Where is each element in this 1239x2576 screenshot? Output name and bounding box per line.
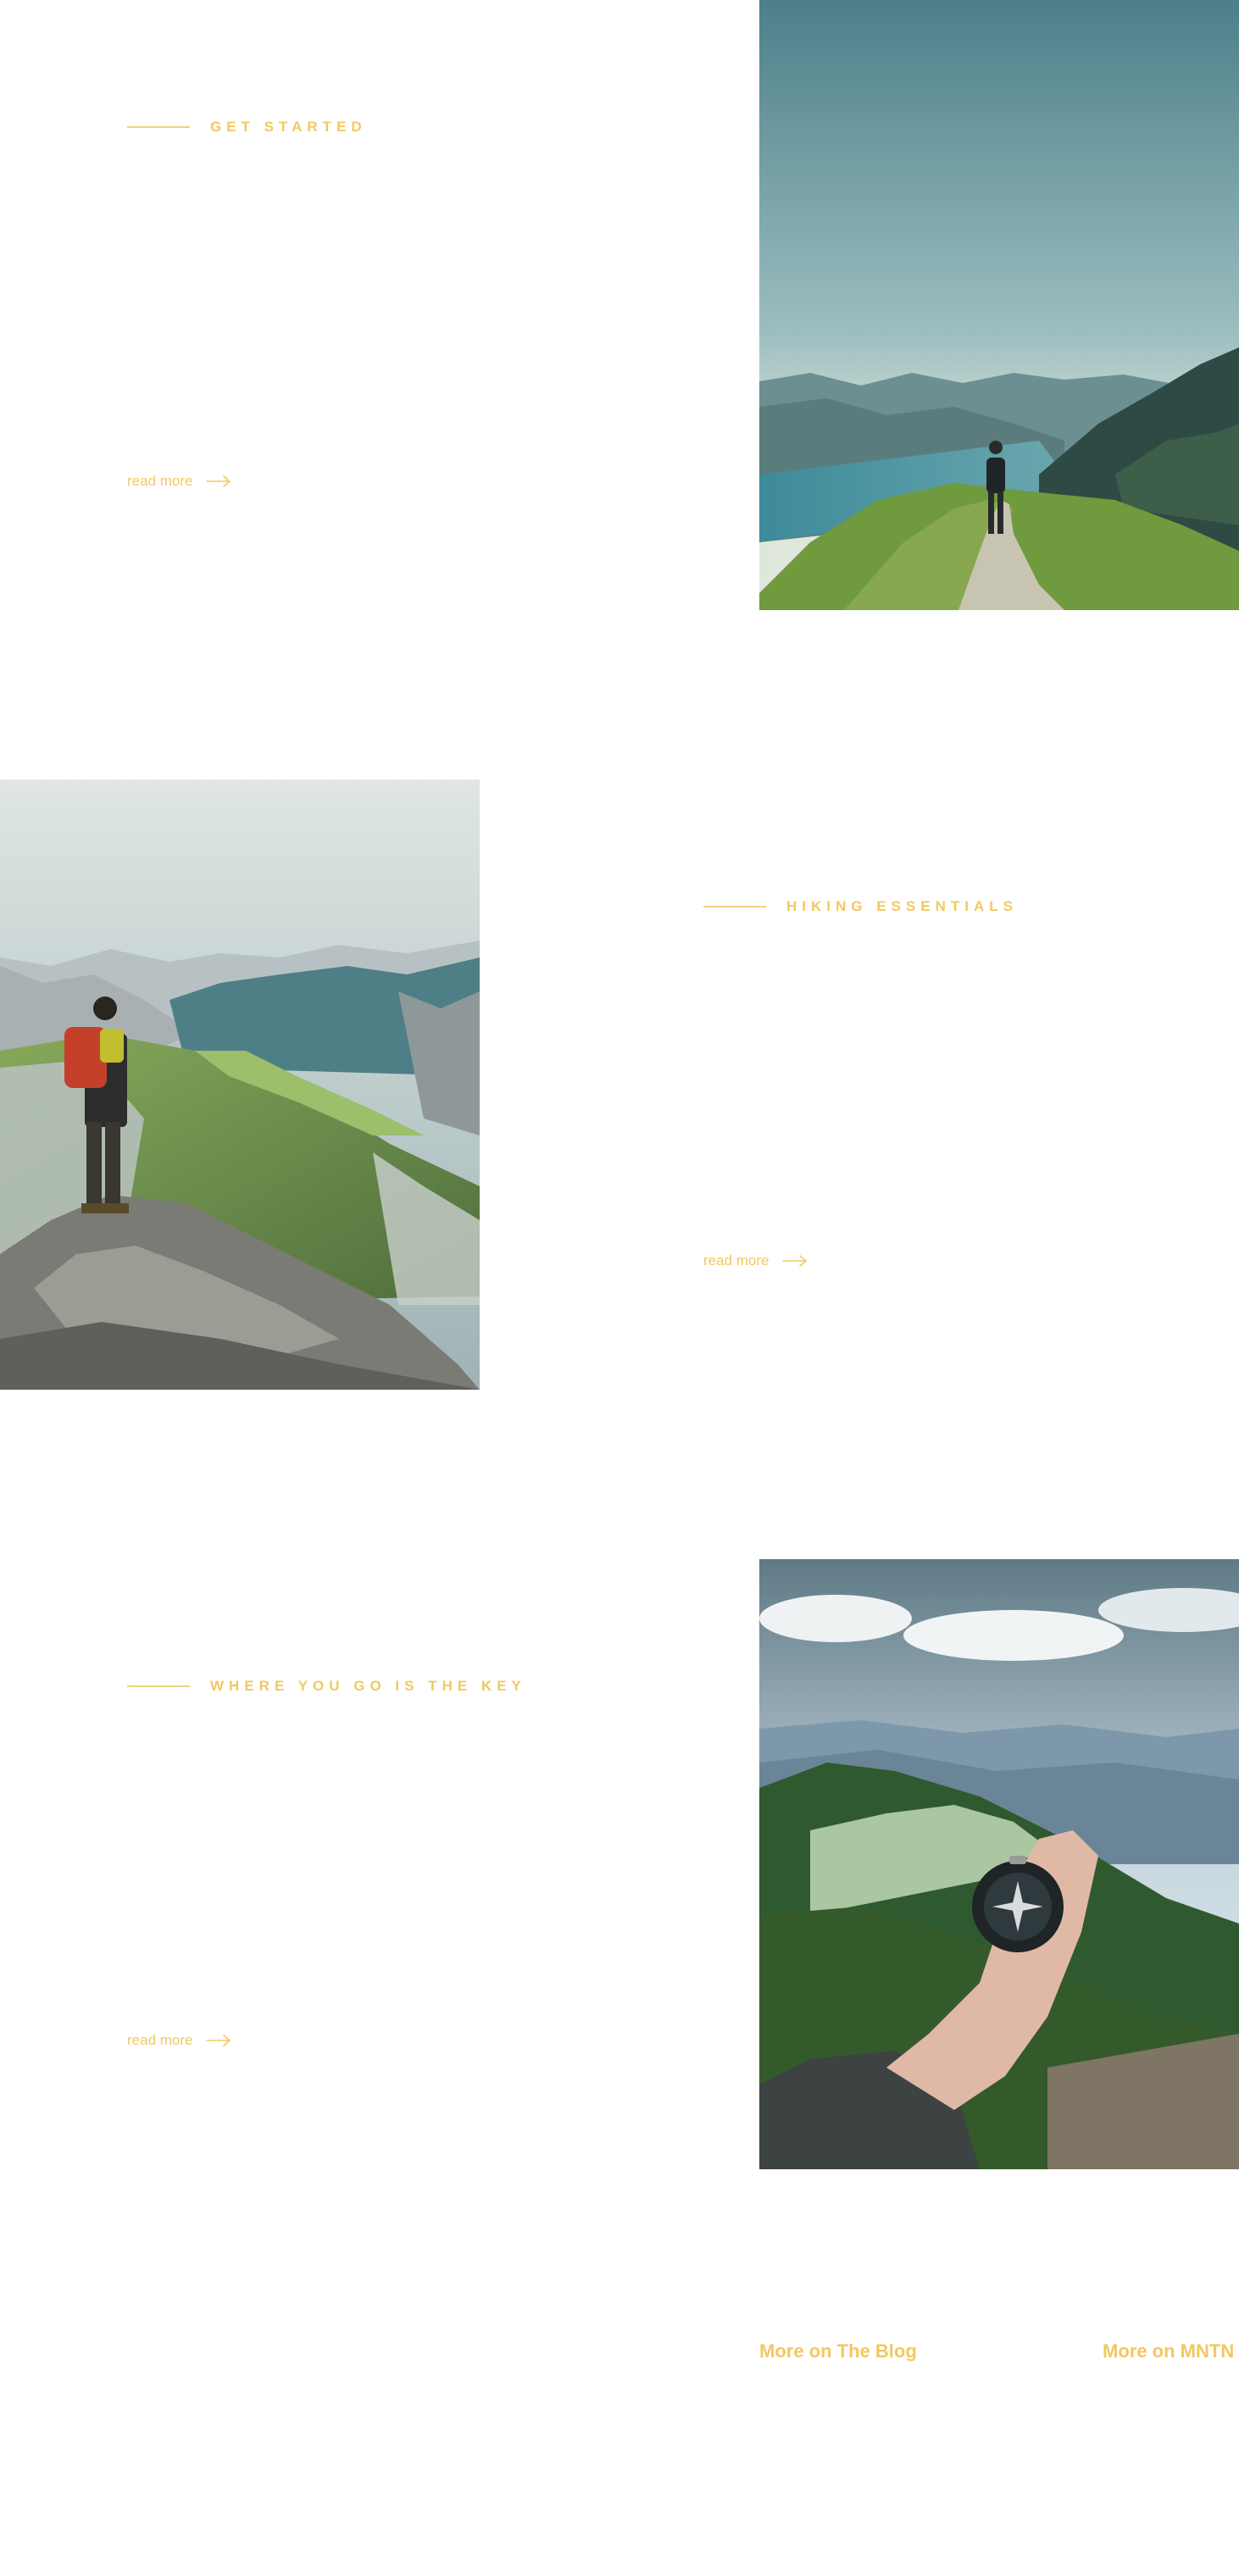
- hiker-on-rocky-summit-photo: [0, 780, 480, 1390]
- section-eyebrow: GET STARTED: [127, 119, 367, 136]
- section-get-started: GET STARTED read more: [0, 0, 1239, 610]
- section-hiking-essentials: HIKING ESSENTIALS read more: [0, 780, 1239, 1390]
- section-eyebrow: WHERE YOU GO IS THE KEY: [127, 1678, 526, 1695]
- read-more-link[interactable]: read more: [703, 1252, 808, 1269]
- eyebrow-divider: [703, 906, 766, 908]
- read-more-label: read more: [127, 473, 193, 489]
- eyebrow-divider: [127, 126, 190, 128]
- arrow-right-icon: [206, 2035, 231, 2046]
- section-where-you-go: WHERE YOU GO IS THE KEY read more: [0, 1559, 1239, 2169]
- section-title: GET STARTED: [210, 119, 367, 135]
- read-more-label: read more: [703, 1252, 770, 1269]
- arrow-right-icon: [206, 475, 231, 487]
- eyebrow-divider: [127, 1685, 190, 1687]
- arrow-right-icon: [782, 1255, 808, 1267]
- hiker-on-ridge-trail-photo: [759, 0, 1239, 610]
- hand-holding-compass-photo: [759, 1559, 1239, 2169]
- read-more-label: read more: [127, 2032, 193, 2048]
- footer-link-mntn[interactable]: More on MNTN: [1103, 2340, 1239, 2362]
- section-title: WHERE YOU GO IS THE KEY: [210, 1678, 526, 1694]
- read-more-link[interactable]: read more: [127, 473, 231, 490]
- section-eyebrow: HIKING ESSENTIALS: [703, 898, 1018, 915]
- read-more-link[interactable]: read more: [127, 2032, 231, 2049]
- section-title: HIKING ESSENTIALS: [786, 898, 1018, 914]
- footer-link-blog[interactable]: More on The Blog: [759, 2340, 917, 2362]
